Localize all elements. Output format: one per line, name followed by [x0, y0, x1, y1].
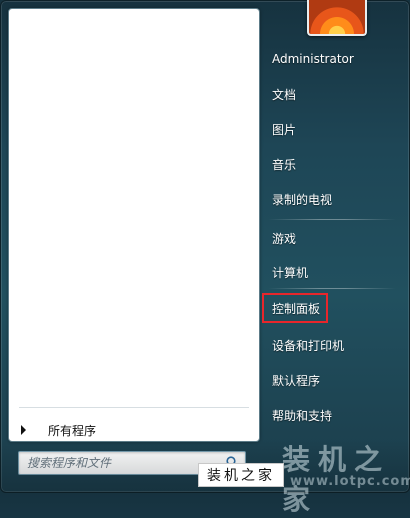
right-item-computer[interactable]: 计算机 — [266, 258, 396, 286]
right-item-label: 文档 — [272, 87, 297, 102]
right-item-label: 音乐 — [272, 157, 297, 172]
right-item-label: 图片 — [272, 122, 297, 137]
right-item-label: 计算机 — [272, 265, 309, 280]
programs-pane: 所有程序 — [8, 8, 260, 442]
all-programs-button[interactable]: 所有程序 — [19, 419, 249, 441]
right-item-label: 默认程序 — [272, 373, 321, 388]
right-item-default-programs[interactable]: 默认程序 — [266, 366, 396, 394]
right-item-music[interactable]: 音乐 — [266, 150, 396, 178]
user-name-link[interactable]: Administrator — [266, 45, 396, 73]
control-panel-highlight — [262, 293, 328, 323]
right-divider — [268, 288, 396, 289]
user-avatar[interactable] — [307, 0, 367, 36]
right-item-pictures[interactable]: 图片 — [266, 115, 396, 143]
right-item-label: 游戏 — [272, 231, 297, 246]
right-item-games[interactable]: 游戏 — [266, 224, 396, 252]
programs-divider — [19, 407, 249, 408]
watermark-label: 装机之家 — [198, 463, 284, 487]
user-name: Administrator — [272, 52, 354, 66]
arrow-right-icon — [21, 425, 26, 435]
right-item-label: 设备和打印机 — [272, 338, 345, 353]
right-item-label: 帮助和支持 — [272, 408, 333, 423]
watermark-url: www.lotpc.com — [290, 474, 410, 489]
right-item-help-support[interactable]: 帮助和支持 — [266, 401, 396, 429]
right-item-documents[interactable]: 文档 — [266, 80, 396, 108]
right-item-recorded-tv[interactable]: 录制的电视 — [266, 185, 396, 213]
right-item-devices-printers[interactable]: 设备和打印机 — [266, 331, 396, 359]
all-programs-label: 所有程序 — [48, 423, 97, 438]
right-divider — [268, 219, 396, 220]
right-item-label: 录制的电视 — [272, 192, 333, 207]
